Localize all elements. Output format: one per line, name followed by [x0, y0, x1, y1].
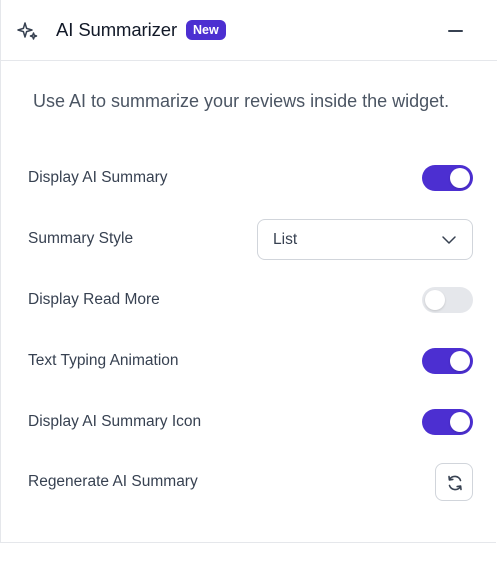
ai-summarizer-panel: AI Summarizer New Use AI to summarize yo… [0, 0, 497, 543]
refresh-icon [448, 475, 462, 491]
summary-style-label: Summary Style [28, 230, 134, 247]
display-read-more-label: Display Read More [28, 291, 160, 308]
display-read-more-toggle[interactable] [422, 287, 473, 313]
display-ai-summary-toggle[interactable] [422, 165, 473, 191]
summary-style-select[interactable]: List [257, 219, 473, 260]
regenerate-ai-summary-button[interactable] [435, 463, 473, 501]
minus-icon[interactable] [445, 20, 467, 42]
sparkle-icon [17, 22, 38, 40]
chevron-down-icon [442, 236, 456, 244]
toggle-knob [450, 351, 470, 371]
display-ai-summary-icon-toggle[interactable] [422, 409, 473, 435]
text-typing-animation-toggle[interactable] [422, 348, 473, 374]
panel-header[interactable]: AI Summarizer New [1, 0, 497, 61]
panel-description: Use AI to summarize your reviews inside … [33, 91, 450, 111]
new-badge: New [186, 20, 226, 40]
toggle-knob [425, 290, 445, 310]
display-ai-summary-label: Display AI Summary [28, 169, 168, 186]
toggle-knob [450, 168, 470, 188]
display-ai-summary-icon-label: Display AI Summary Icon [28, 413, 202, 430]
toggle-knob [450, 412, 470, 432]
text-typing-animation-label: Text Typing Animation [28, 352, 179, 369]
summary-style-value: List [273, 231, 298, 248]
regenerate-ai-summary-label: Regenerate AI Summary [28, 473, 198, 490]
panel-title: AI Summarizer [56, 19, 178, 40]
